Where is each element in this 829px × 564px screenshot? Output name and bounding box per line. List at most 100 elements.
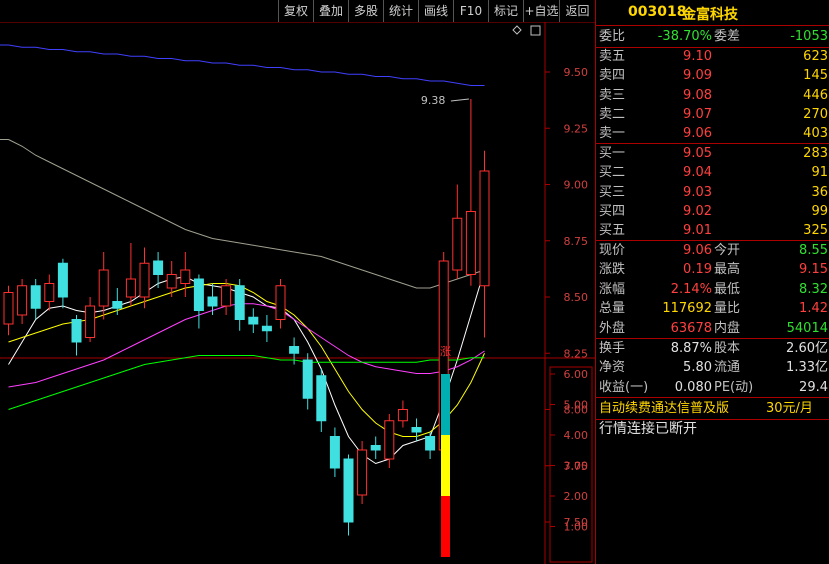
buy-row[interactable]: 买五 9.01 325 [596, 221, 829, 241]
toolbar-button-fuquan[interactable]: 复权 [278, 0, 313, 22]
buy-row[interactable]: 买一 9.05 283 [596, 144, 829, 164]
buy-label: 买一 [599, 146, 626, 161]
candle-body [465, 211, 476, 275]
quote-value: 8.55 [799, 243, 828, 258]
buy-label: 买五 [599, 223, 626, 239]
price-tick-label: 8.75 [564, 235, 589, 248]
stock-code: 003018 [628, 4, 687, 20]
sell-row[interactable]: 卖一 9.06 403 [596, 124, 829, 144]
candle-body [112, 301, 123, 309]
status-row: 行情连接已断开 [596, 419, 829, 439]
moving-average-line [8, 303, 485, 388]
toolbar-button-zixuan[interactable]: +自选 [523, 0, 559, 22]
candle-body [248, 316, 259, 325]
candle-body [261, 325, 272, 332]
candle-body [221, 285, 232, 307]
weibi-label: 委比 [599, 29, 626, 44]
candle-body [343, 458, 354, 523]
buy-volume: 91 [811, 165, 828, 181]
quote-label: 总量 [599, 301, 626, 317]
buy-row[interactable]: 买二 9.04 91 [596, 163, 829, 183]
toolbar-button-tongji[interactable]: 统计 [383, 0, 418, 22]
buy-price: 9.03 [683, 184, 712, 200]
buy-volume: 283 [803, 146, 828, 161]
candle-body [425, 436, 436, 451]
price-tick-label: 8.50 [564, 291, 589, 304]
candle-body [411, 427, 422, 433]
toolbar-button-diejia[interactable]: 叠加 [313, 0, 348, 22]
candle-body [30, 285, 41, 309]
buy-row[interactable]: 买三 9.03 36 [596, 183, 829, 203]
buy-price: 9.02 [683, 203, 712, 219]
quote-label: 涨幅 [599, 281, 626, 297]
indicator-tick-label: 2.00 [564, 490, 589, 503]
indicator-tick-label: 1.00 [564, 521, 589, 534]
moving-average-line [8, 44, 485, 86]
finance-row: 换手 8.87% 股本 2.60亿 [596, 339, 829, 359]
ad-row[interactable]: 自动续费通达信普及版 30元/月 [596, 399, 829, 419]
quote-label: 最低 [714, 281, 741, 297]
quote-value: 9.06 [683, 243, 712, 258]
candle-body [125, 278, 136, 298]
candle-body [193, 278, 204, 311]
chart-icons [512, 25, 541, 36]
ad-price[interactable]: 30元/月 [766, 399, 813, 419]
sell-label: 卖三 [599, 87, 626, 103]
price-tick-label: 9.25 [564, 122, 589, 135]
indicator-tick-label: 5.00 [564, 399, 589, 412]
indicator-bar-segment [441, 374, 450, 435]
moving-average-line [8, 139, 485, 289]
finance-value: 8.87% [670, 341, 712, 356]
quote-row: 现价 9.06 今开 8.55 [596, 241, 829, 261]
toolbar-button-duogu[interactable]: 多股 [348, 0, 383, 22]
candle-body [302, 359, 313, 399]
stock-name: 金富科技 [682, 7, 738, 23]
quote-value: 63678 [670, 320, 712, 336]
weibi-value: -38.70% [657, 29, 712, 44]
candle-body [234, 285, 245, 320]
sell-volume: 270 [803, 106, 828, 122]
finance-label: 换手 [599, 341, 626, 356]
kline-chart[interactable]: 9.509.259.008.758.508.258.007.757.50 9.3… [0, 22, 595, 564]
toolbar: 复权 叠加 多股 统计 画线 F10 标记 +自选 返回 [0, 0, 595, 22]
finance-value: 2.60亿 [786, 341, 828, 356]
finance-row: 收益(一) 0.080 PE(动) 29.4 [596, 378, 829, 398]
ad-text[interactable]: 自动续费通达信普及版 [599, 399, 729, 419]
indicator-bar-segment [441, 496, 450, 557]
price-annotation: 9.38 [421, 94, 469, 107]
candle-body [71, 319, 82, 343]
finance-label: 收益(一) [599, 379, 649, 395]
buy-row[interactable]: 买四 9.02 99 [596, 202, 829, 222]
sell-price: 9.09 [683, 68, 712, 84]
sell-volume: 403 [803, 126, 828, 142]
moving-average-line [8, 269, 485, 465]
buy-volume: 99 [811, 203, 828, 219]
quote-label: 外盘 [599, 320, 626, 336]
buy-price: 9.01 [683, 223, 712, 239]
price-tick-label: 9.00 [564, 179, 589, 192]
quote-value: 0.19 [683, 262, 712, 278]
sell-volume: 623 [803, 49, 828, 64]
quote-label: 今开 [714, 243, 741, 258]
toolbar-button-biaoji[interactable]: 标记 [488, 0, 523, 22]
indicator-tick-label: 6.00 [564, 368, 589, 381]
chart-frame [0, 22, 595, 564]
quote-row: 外盘 63678 内盘 54014 [596, 319, 829, 339]
sell-row[interactable]: 卖四 9.09 145 [596, 66, 829, 86]
sell-row[interactable]: 卖二 9.07 270 [596, 105, 829, 125]
toolbar-button-fanhui[interactable]: 返回 [559, 0, 595, 22]
indicator-tick-label: 4.00 [564, 429, 589, 442]
ratio-row: 委比 -38.70% 委差 -1053 [596, 27, 829, 47]
candle-body [166, 274, 177, 289]
sell-row[interactable]: 卖五 9.10 623 [596, 47, 829, 67]
finance-value: 5.80 [683, 360, 712, 376]
max-price-label: 9.38 [421, 94, 446, 107]
sell-price: 9.10 [683, 49, 712, 64]
quote-label: 内盘 [714, 320, 741, 336]
sell-row[interactable]: 卖三 9.08 446 [596, 86, 829, 106]
toolbar-button-f10[interactable]: F10 [453, 0, 488, 22]
buy-label: 买三 [599, 184, 626, 200]
candle-body [370, 445, 381, 451]
candle-body [207, 296, 218, 307]
toolbar-button-huaxian[interactable]: 画线 [418, 0, 453, 22]
